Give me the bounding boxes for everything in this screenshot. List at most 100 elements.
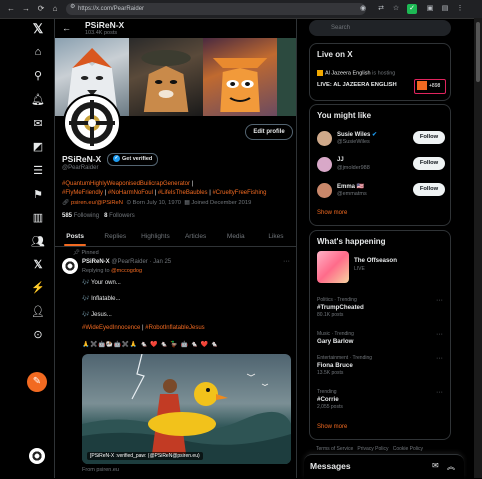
header-posts-count: 103.4K posts	[85, 30, 118, 36]
compose-post-button[interactable]: ✎	[27, 372, 47, 392]
reload-icon[interactable]: ⟳	[36, 4, 46, 14]
footer-link-cookie[interactable]: Cookie Policy	[393, 446, 423, 452]
column-divider	[296, 18, 297, 478]
happening-show-more[interactable]: Show more	[317, 424, 347, 430]
follow-button[interactable]: Follow	[413, 183, 445, 196]
live-show-title[interactable]: LIVE: AL JAZEERA ENGLISH	[317, 82, 397, 88]
address-bar[interactable]: https://x.com/PearRaider	[66, 3, 366, 15]
tab-articles[interactable]: Articles	[176, 228, 216, 246]
post-more-icon[interactable]: ···	[283, 258, 290, 265]
tracking-icon[interactable]: ◉	[358, 4, 368, 14]
new-message-icon[interactable]: ✉	[432, 461, 439, 470]
suggestion-avatar[interactable]	[317, 157, 332, 172]
following-count: 585	[62, 213, 73, 219]
trend-more-icon[interactable]: ···	[436, 331, 443, 338]
featured-event-image[interactable]	[317, 251, 349, 283]
scrollbar-thumb[interactable]	[476, 22, 480, 82]
verified-orgs-icon[interactable]: ⚡	[31, 281, 45, 295]
suggestion-item[interactable]: Susie Wiles ✔ @SusieWiles Follow	[317, 129, 447, 149]
grok-icon[interactable]: ◩	[31, 140, 45, 154]
search-input[interactable]: Search	[309, 20, 451, 36]
post-author-name[interactable]: PSiReN-X	[82, 259, 110, 265]
live-host-row[interactable]: Al Jazeera English is hosting	[317, 70, 395, 76]
follow-button[interactable]: Follow	[413, 131, 445, 144]
explore-search-icon[interactable]: ⚲	[31, 69, 45, 83]
trend-more-icon[interactable]: ···	[436, 355, 443, 362]
home-nav-icon[interactable]: ⌂	[31, 45, 45, 59]
trend-item[interactable]: Music · Trending Gary Barlow	[317, 331, 447, 345]
premium-x-icon[interactable]: 𝕏	[31, 258, 45, 272]
back-arrow-icon[interactable]: ←	[62, 23, 71, 33]
tab-media[interactable]: Media	[216, 228, 256, 246]
bio-hashtag[interactable]: #NoHarmNoFoul	[108, 190, 153, 196]
replying-to-link[interactable]: @mccogdog	[111, 268, 142, 274]
post-author-avatar[interactable]	[62, 258, 78, 274]
account-avatar[interactable]	[29, 448, 45, 464]
header-name: PSiReN-X	[85, 20, 125, 30]
x-logo-icon[interactable]: 𝕏	[31, 22, 45, 36]
verified-check-icon: ✓	[113, 155, 120, 163]
bio-hashtag[interactable]: #LifeIsTheBaubles	[158, 190, 208, 196]
followers-count: 8	[104, 213, 108, 219]
trend-topic: Fiona Bruce	[317, 362, 353, 369]
jobs-briefcase-icon[interactable]: ▥	[31, 211, 45, 225]
trend-more-icon[interactable]: ···	[436, 389, 443, 396]
followers-link[interactable]: 8 Followers	[104, 213, 135, 219]
suggestion-avatar[interactable]	[317, 131, 332, 146]
extension-check-icon[interactable]: ✓	[407, 4, 417, 14]
more-circle-icon[interactable]: ⊙	[31, 328, 45, 342]
listener-avatar	[417, 81, 427, 91]
sidebar-icon[interactable]: ▤	[440, 4, 450, 14]
footer-link-privacy[interactable]: Privacy Policy	[357, 446, 388, 452]
communities-icon[interactable]: 👥︎	[31, 235, 45, 249]
bookmark-star-icon[interactable]: ☆	[391, 4, 401, 14]
post-hashtag[interactable]: #WideEyedInnocence	[82, 325, 140, 331]
lists-icon[interactable]: ☰	[31, 164, 45, 178]
page-scrollbar[interactable]	[474, 18, 482, 478]
translate-icon[interactable]: ⇄	[376, 4, 386, 14]
menu-icon[interactable]: ⋮	[455, 4, 465, 14]
bio-hashtag[interactable]: #QuantumHighlyWeaponisedBuilicrapGenerat…	[62, 181, 190, 187]
bio-hashtag[interactable]: #FlyMeFriendly	[62, 190, 103, 196]
live-listeners-badge[interactable]: +898	[414, 79, 446, 94]
messages-drawer[interactable]: Messages ✉ ︽	[304, 454, 464, 479]
notifications-bell-icon[interactable]: 🔔︎	[31, 93, 45, 107]
back-arrow-icon[interactable]: ←	[6, 4, 16, 14]
messages-envelope-icon[interactable]: ✉	[31, 117, 45, 131]
post-handle-time[interactable]: @PearRaider · Jan 25	[111, 259, 171, 265]
get-verified-button[interactable]: ✓ Get verified	[107, 153, 159, 166]
suggestions-show-more[interactable]: Show more	[317, 210, 347, 216]
tab-highlights[interactable]: Highlights	[135, 228, 175, 246]
live-listeners: +898	[429, 83, 441, 89]
bio-hashtag[interactable]: #CrueltyFreeFishing	[212, 190, 266, 196]
post-image[interactable]: [PSiReN-X :verified_paw: (@PSiReN@psiren…	[82, 354, 291, 464]
suggestion-item[interactable]: Emma 🇺🇸 @emmatms Follow	[317, 181, 447, 201]
footer-link-terms[interactable]: Terms of Service	[316, 446, 353, 452]
trend-item[interactable]: Trending #Corrie 2,055 posts	[317, 389, 447, 410]
forward-arrow-icon[interactable]: →	[21, 4, 31, 14]
follow-button[interactable]: Follow	[413, 157, 445, 170]
post-hashtag[interactable]: #RobotInflatableJesus	[145, 325, 204, 331]
trend-item[interactable]: Entertainment · Trending Fiona Bruce 13.…	[317, 355, 447, 376]
profile-born: Born July 10, 1970	[132, 200, 182, 206]
bookmarks-icon[interactable]: ⚑	[31, 188, 45, 202]
expand-chevron-icon[interactable]: ︽	[447, 461, 455, 472]
profile-icon[interactable]: 👤︎	[31, 305, 45, 319]
banner-panel-dog-beret	[129, 38, 204, 116]
suggestion-item[interactable]: JJ @jmolder988 Follow	[317, 155, 447, 175]
trend-more-icon[interactable]: ···	[436, 297, 443, 304]
profile-website-link[interactable]: psiren.eu/@PSiReN	[71, 200, 123, 206]
trend-item[interactable]: Politics · Trending #TrumpCheated 80.1K …	[317, 297, 447, 318]
post-source[interactable]: From psiren.eu	[82, 467, 119, 473]
edit-profile-button[interactable]: Edit profile	[245, 124, 293, 140]
following-link[interactable]: 585 Following	[62, 213, 99, 219]
site-info-icon[interactable]: ⚙	[70, 3, 75, 10]
home-icon[interactable]: ⌂	[50, 4, 60, 14]
profile-avatar[interactable]	[63, 94, 121, 152]
tab-replies[interactable]: Replies	[95, 228, 135, 246]
extensions-puzzle-icon[interactable]: ▣	[425, 4, 435, 14]
suggestion-avatar[interactable]	[317, 183, 332, 198]
featured-event-name[interactable]: The Offseason	[354, 257, 397, 264]
tab-posts[interactable]: Posts	[55, 228, 95, 246]
tab-likes[interactable]: Likes	[256, 228, 296, 246]
